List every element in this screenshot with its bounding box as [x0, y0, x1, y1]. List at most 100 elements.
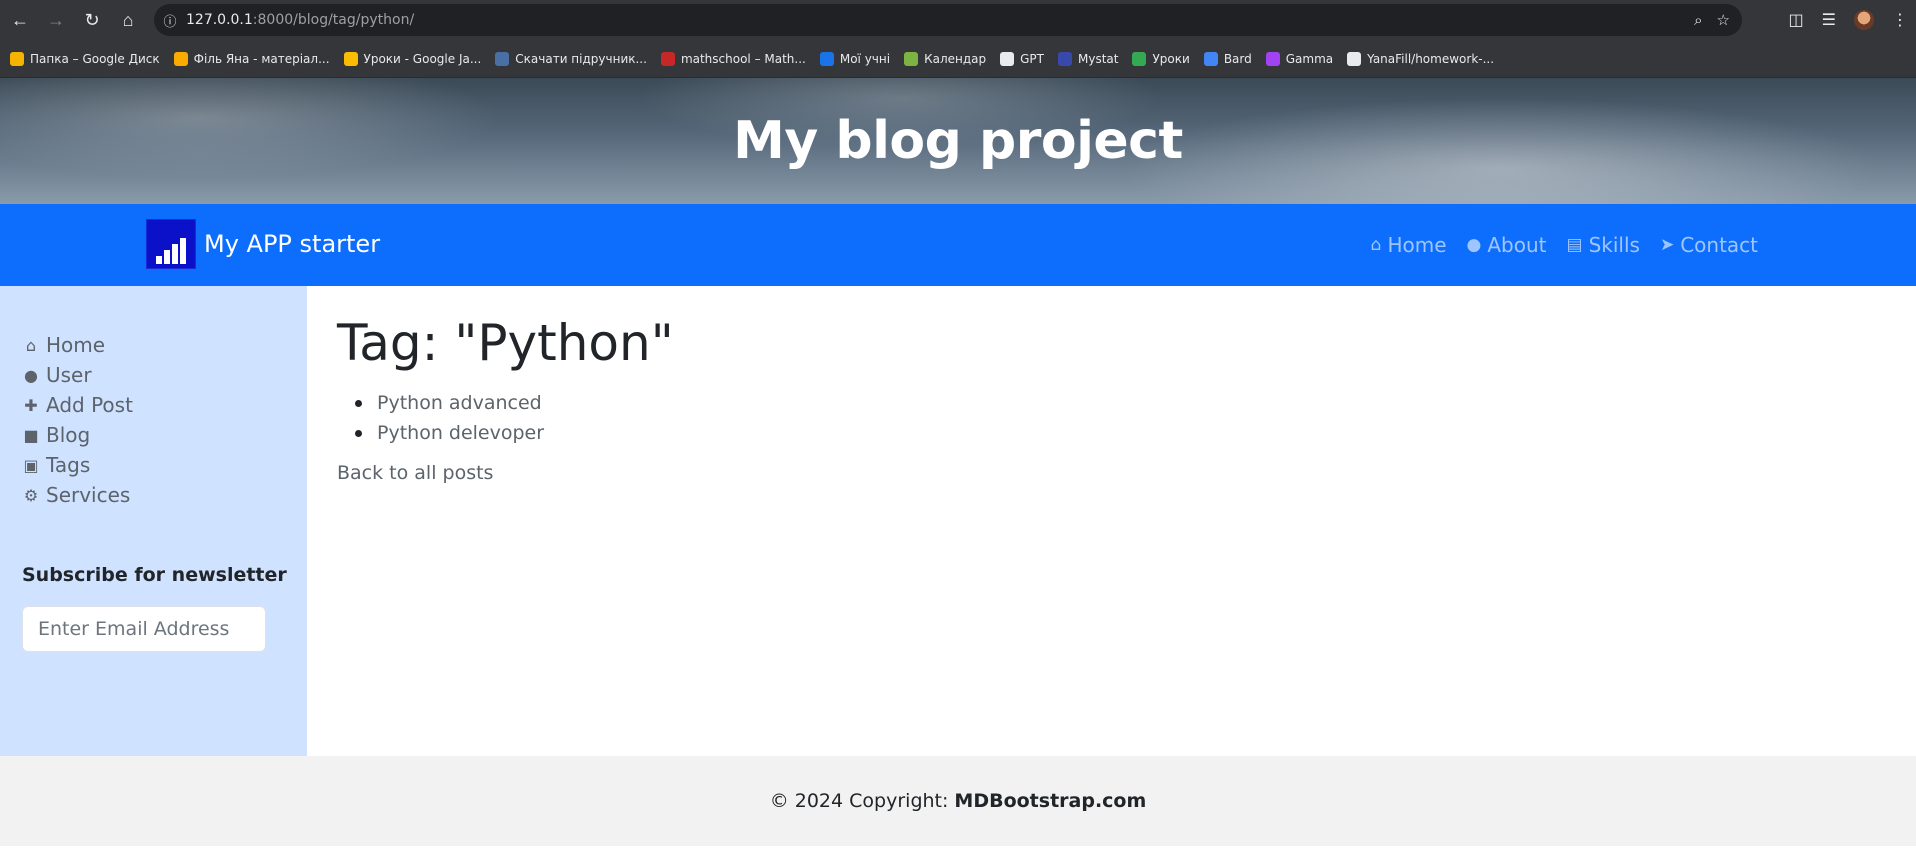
hero-banner: My blog project — [0, 78, 1916, 204]
bookmark-item[interactable]: Папка – Google Диск — [10, 51, 160, 66]
main-content: Tag: "Python" Python advanced Python del… — [337, 286, 1877, 756]
bookmark-item[interactable]: Mystat — [1058, 51, 1119, 66]
bookmark-item[interactable]: Філь Яна - матеріал... — [173, 51, 330, 66]
sidebar-item-services[interactable]: ⚙ Services — [22, 480, 133, 510]
bookmark-favicon-icon — [1203, 51, 1218, 66]
bookmark-label: Календар — [924, 51, 987, 66]
bookmark-favicon-icon — [173, 51, 188, 66]
bookmark-item[interactable]: YanaFill/homework-... — [1347, 51, 1495, 66]
bookmark-favicon-icon — [1058, 51, 1072, 66]
bookmark-favicon-icon — [1347, 51, 1362, 66]
bookmark-favicon-icon — [1000, 51, 1015, 66]
sidebar-item-label: Blog — [46, 423, 91, 447]
back-arrow-icon[interactable]: ← — [2, 2, 38, 38]
post-link[interactable]: Python delevoper — [354, 418, 544, 448]
bookmark-label: Філь Яна - матеріал... — [193, 51, 330, 66]
brand-text: My APP starter — [204, 230, 381, 258]
bookmark-label: Mystat — [1078, 51, 1119, 66]
forward-arrow-icon[interactable]: → — [38, 2, 74, 38]
newsletter-title: Subscribe for newsletter — [22, 564, 287, 586]
bookmark-label: Папка – Google Диск — [30, 51, 160, 66]
bookmark-item[interactable]: Уроки — [1132, 51, 1190, 66]
bookmark-item[interactable]: Мої учні — [819, 51, 891, 66]
bookmark-item[interactable]: Gamma — [1265, 51, 1334, 66]
menu-dots-icon[interactable]: ⋮ — [1892, 10, 1908, 30]
nav-link-contact[interactable]: ➤ Contact — [1660, 233, 1758, 257]
bookmark-star-icon[interactable]: ☆ — [1717, 11, 1730, 29]
home-icon[interactable]: ⌂ — [110, 2, 146, 38]
sidebar-item-label: User — [46, 363, 92, 387]
bookmark-item[interactable]: Уроки - Google Ja... — [343, 51, 482, 66]
sticky-note-icon: ■ — [23, 425, 39, 445]
site-info-icon[interactable]: ⓘ — [154, 11, 186, 30]
nav-link-label: Contact — [1680, 233, 1758, 257]
footer-link[interactable]: MDBootstrap.com — [954, 790, 1146, 812]
footer: © 2024 Copyright: MDBootstrap.com — [0, 756, 1916, 846]
footer-copyright: © 2024 Copyright: — [769, 790, 949, 812]
post-link[interactable]: Python advanced — [354, 388, 544, 418]
address-bar[interactable]: ⓘ 127.0.0.1:8000/blog/tag/python/ ⌕ ☆ — [154, 4, 1742, 36]
home-icon: ⌂ — [25, 335, 37, 355]
url-host: 127.0.0.1 — [186, 12, 253, 28]
bookmark-favicon-icon — [819, 51, 834, 66]
bookmark-favicon-icon — [343, 51, 358, 66]
sidebar: ⌂ Home ● User ✚ Add Post ■ Blog ▣ Tags ⚙ Servi… — [0, 286, 307, 756]
page-title: Tag: "Python" — [337, 314, 674, 372]
hero-title: My blog project — [733, 111, 1183, 171]
url-text[interactable]: 127.0.0.1:8000/blog/tag/python/ — [186, 12, 414, 28]
zoom-icon[interactable]: ⌕ — [1694, 12, 1702, 29]
navbar-links: ⌂ Home ● About ▤ Skills ➤ Contact — [1371, 204, 1758, 286]
plus-icon: ✚ — [24, 395, 38, 415]
sidebar-item-home[interactable]: ⌂ Home — [22, 330, 133, 360]
bookmark-item[interactable]: Скачати підручник... — [495, 51, 647, 66]
newsletter-email-input[interactable] — [22, 606, 266, 652]
bookmark-favicon-icon — [660, 51, 675, 66]
nav-link-skills[interactable]: ▤ Skills — [1567, 233, 1640, 257]
browser-toolbar: ← → ↻ ⌂ ⓘ 127.0.0.1:8000/blog/tag/python… — [0, 0, 1916, 40]
bookmark-item[interactable]: Календар — [904, 51, 987, 66]
bookmark-favicon-icon — [495, 51, 510, 66]
bookmark-item[interactable]: mathschool – Math... — [660, 51, 806, 66]
bookmark-label: Уроки - Google Ja... — [363, 51, 482, 66]
nav-link-home[interactable]: ⌂ Home — [1371, 233, 1447, 257]
nav-link-about[interactable]: ● About — [1467, 233, 1547, 257]
cogs-icon: ⚙ — [23, 485, 39, 505]
media-control-icon[interactable]: ☰ — [1822, 10, 1836, 30]
bookmark-favicon-icon — [10, 51, 24, 66]
profile-avatar[interactable] — [1854, 10, 1874, 30]
sidebar-item-label: Tags — [46, 453, 91, 477]
web-page: My blog project My APP starter ⌂ Home ● Ab… — [0, 78, 1916, 856]
sidebar-item-user[interactable]: ● User — [22, 360, 133, 390]
bookmark-label: YanaFill/homework-... — [1367, 51, 1495, 66]
paper-plane-icon: ➤ — [1659, 235, 1675, 255]
bookmark-label: Bard — [1223, 51, 1252, 66]
reload-icon[interactable]: ↻ — [74, 2, 110, 38]
sidebar-item-add-post[interactable]: ✚ Add Post — [22, 390, 133, 420]
bookmark-item[interactable]: GPT — [1000, 51, 1044, 66]
sidebar-item-label: Home — [46, 333, 106, 357]
nav-link-label: Home — [1387, 233, 1447, 257]
navbar-brand[interactable]: My APP starter — [146, 219, 380, 269]
bookmark-label: mathschool – Math... — [680, 51, 806, 66]
bookmark-label: Скачати підручник... — [515, 51, 647, 66]
home-icon: ⌂ — [1370, 235, 1382, 255]
bookmark-favicon-icon — [1265, 51, 1280, 66]
user-icon: ● — [1466, 235, 1482, 255]
bookmark-favicon-icon — [1132, 51, 1147, 66]
bookmark-label: Уроки — [1152, 51, 1190, 66]
extensions-icon[interactable]: ◫ — [1789, 10, 1804, 30]
bookmark-favicon-icon — [904, 51, 919, 66]
bookmark-label: Gamma — [1285, 51, 1334, 66]
back-to-posts-link[interactable]: Back to all posts — [337, 462, 493, 484]
sidebar-item-tags[interactable]: ▣ Tags — [22, 450, 133, 480]
bookmark-item[interactable]: Bard — [1203, 51, 1252, 66]
bookmarks-bar: Папка – Google Диск Філь Яна - матеріал..… — [0, 40, 1916, 78]
tag-post-list: Python advanced Python delevoper — [354, 388, 544, 448]
url-path: :8000/blog/tag/python/ — [252, 12, 415, 28]
sidebar-item-label: Services — [46, 483, 131, 507]
step-academy-logo — [146, 219, 196, 269]
nav-link-label: About — [1487, 233, 1547, 257]
bookmark-label: Мої учні — [839, 51, 891, 66]
sidebar-item-blog[interactable]: ■ Blog — [22, 420, 133, 450]
nav-link-label: Skills — [1588, 233, 1640, 257]
